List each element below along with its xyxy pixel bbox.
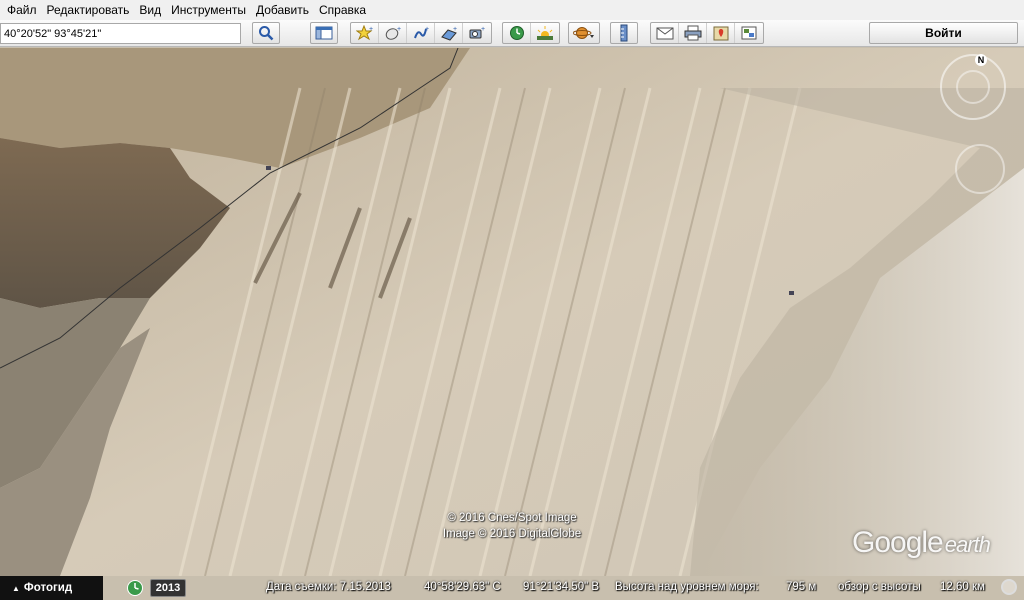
expand-up-icon: ▲ (12, 583, 20, 593)
search-button[interactable] (252, 22, 280, 44)
save-image-icon (741, 26, 757, 40)
google-earth-logo: Googleearth (852, 526, 991, 560)
magnifier-icon (259, 26, 274, 41)
tour-guide-label: Фотогид (23, 582, 73, 594)
search-input[interactable] (0, 23, 241, 44)
navigation-compass[interactable] (940, 54, 1006, 120)
longitude-readout: 91°21'34.50" В (523, 581, 600, 593)
add-polygon-button[interactable]: + (379, 23, 407, 43)
add-placemark-button[interactable]: + (351, 23, 379, 43)
print-icon (684, 25, 701, 41)
sign-in-button[interactable]: Войти (869, 22, 1018, 44)
print-button[interactable] (679, 23, 707, 43)
eye-altitude-value: 12.60 км (940, 581, 985, 593)
menu-tools[interactable]: Инструменты (166, 0, 251, 20)
menu-add[interactable]: Добавить (251, 0, 314, 20)
map-view[interactable]: N © 2016 Cnes/Spot Image Image © 2016 Di… (0, 48, 1024, 576)
view-tools-group (502, 22, 560, 44)
ruler-icon (620, 24, 628, 42)
elevation-label: Высота над уровнем моря: (615, 581, 759, 593)
menu-view[interactable]: Вид (134, 0, 166, 20)
logo-earth: earth (944, 532, 991, 557)
image-overlay-button[interactable]: + (435, 23, 463, 43)
sidebar-toggle-icon (315, 26, 333, 40)
menu-edit[interactable]: Редактировать (42, 0, 135, 20)
add-placemark-icon: + (355, 25, 373, 41)
toolbar: + + + + + (0, 20, 1024, 47)
satellite-imagery (0, 48, 1024, 576)
record-tour-icon: + (469, 26, 485, 39)
view-in-maps-icon (713, 26, 728, 41)
menu-file[interactable]: Файл (2, 0, 42, 20)
save-image-button[interactable] (735, 23, 763, 43)
image-overlay-icon: + (440, 26, 457, 41)
tour-guide-tab[interactable]: ▲ Фотогид (0, 576, 103, 600)
status-bar: ▲ Фотогид 2013 Дата съемки: 7.15.2013 40… (0, 576, 1024, 600)
email-button[interactable] (651, 23, 679, 43)
sunlight-icon (537, 26, 553, 40)
record-tour-button[interactable]: + (463, 23, 491, 43)
menu-help[interactable]: Справка (314, 0, 371, 20)
eye-altitude-label: обзор с высоты (838, 581, 921, 593)
add-path-button[interactable]: + (407, 23, 435, 43)
historical-imagery-clock-icon[interactable] (126, 579, 144, 597)
sunlight-button[interactable] (531, 23, 559, 43)
planets-icon (573, 27, 594, 39)
view-in-maps-button[interactable] (707, 23, 735, 43)
imagery-year-badge[interactable]: 2013 (150, 579, 186, 597)
add-path-icon: + (413, 26, 429, 39)
look-joystick[interactable] (955, 144, 1005, 194)
imagery-date: Дата съемки: 7.15.2013 (266, 581, 391, 593)
email-icon (656, 27, 673, 40)
svg-text:+: + (453, 26, 457, 33)
add-polygon-icon: + (385, 26, 401, 40)
copyright-line-1: © 2016 Cnes/Spot Image (447, 512, 577, 524)
elevation-value: 795 м (786, 581, 817, 593)
streaming-indicator-icon (1001, 579, 1017, 595)
menu-bar: Файл Редактировать Вид Инструменты Добав… (0, 0, 1024, 20)
svg-text:+: + (397, 26, 401, 33)
logo-google: Google (852, 526, 944, 559)
svg-text:+: + (481, 26, 485, 33)
historical-imagery-button[interactable] (503, 23, 531, 43)
planets-button[interactable] (568, 22, 600, 44)
sidebar-toggle-button[interactable] (310, 22, 338, 44)
svg-text:+: + (425, 26, 429, 33)
svg-text:+: + (369, 26, 373, 33)
ruler-button[interactable] (610, 22, 638, 44)
latitude-readout: 40°58'29.63" С (424, 581, 501, 593)
north-indicator[interactable]: N (975, 54, 987, 66)
historical-imagery-icon (509, 26, 524, 40)
add-tools-group: + + + + + (350, 22, 492, 44)
share-tools-group (650, 22, 764, 44)
